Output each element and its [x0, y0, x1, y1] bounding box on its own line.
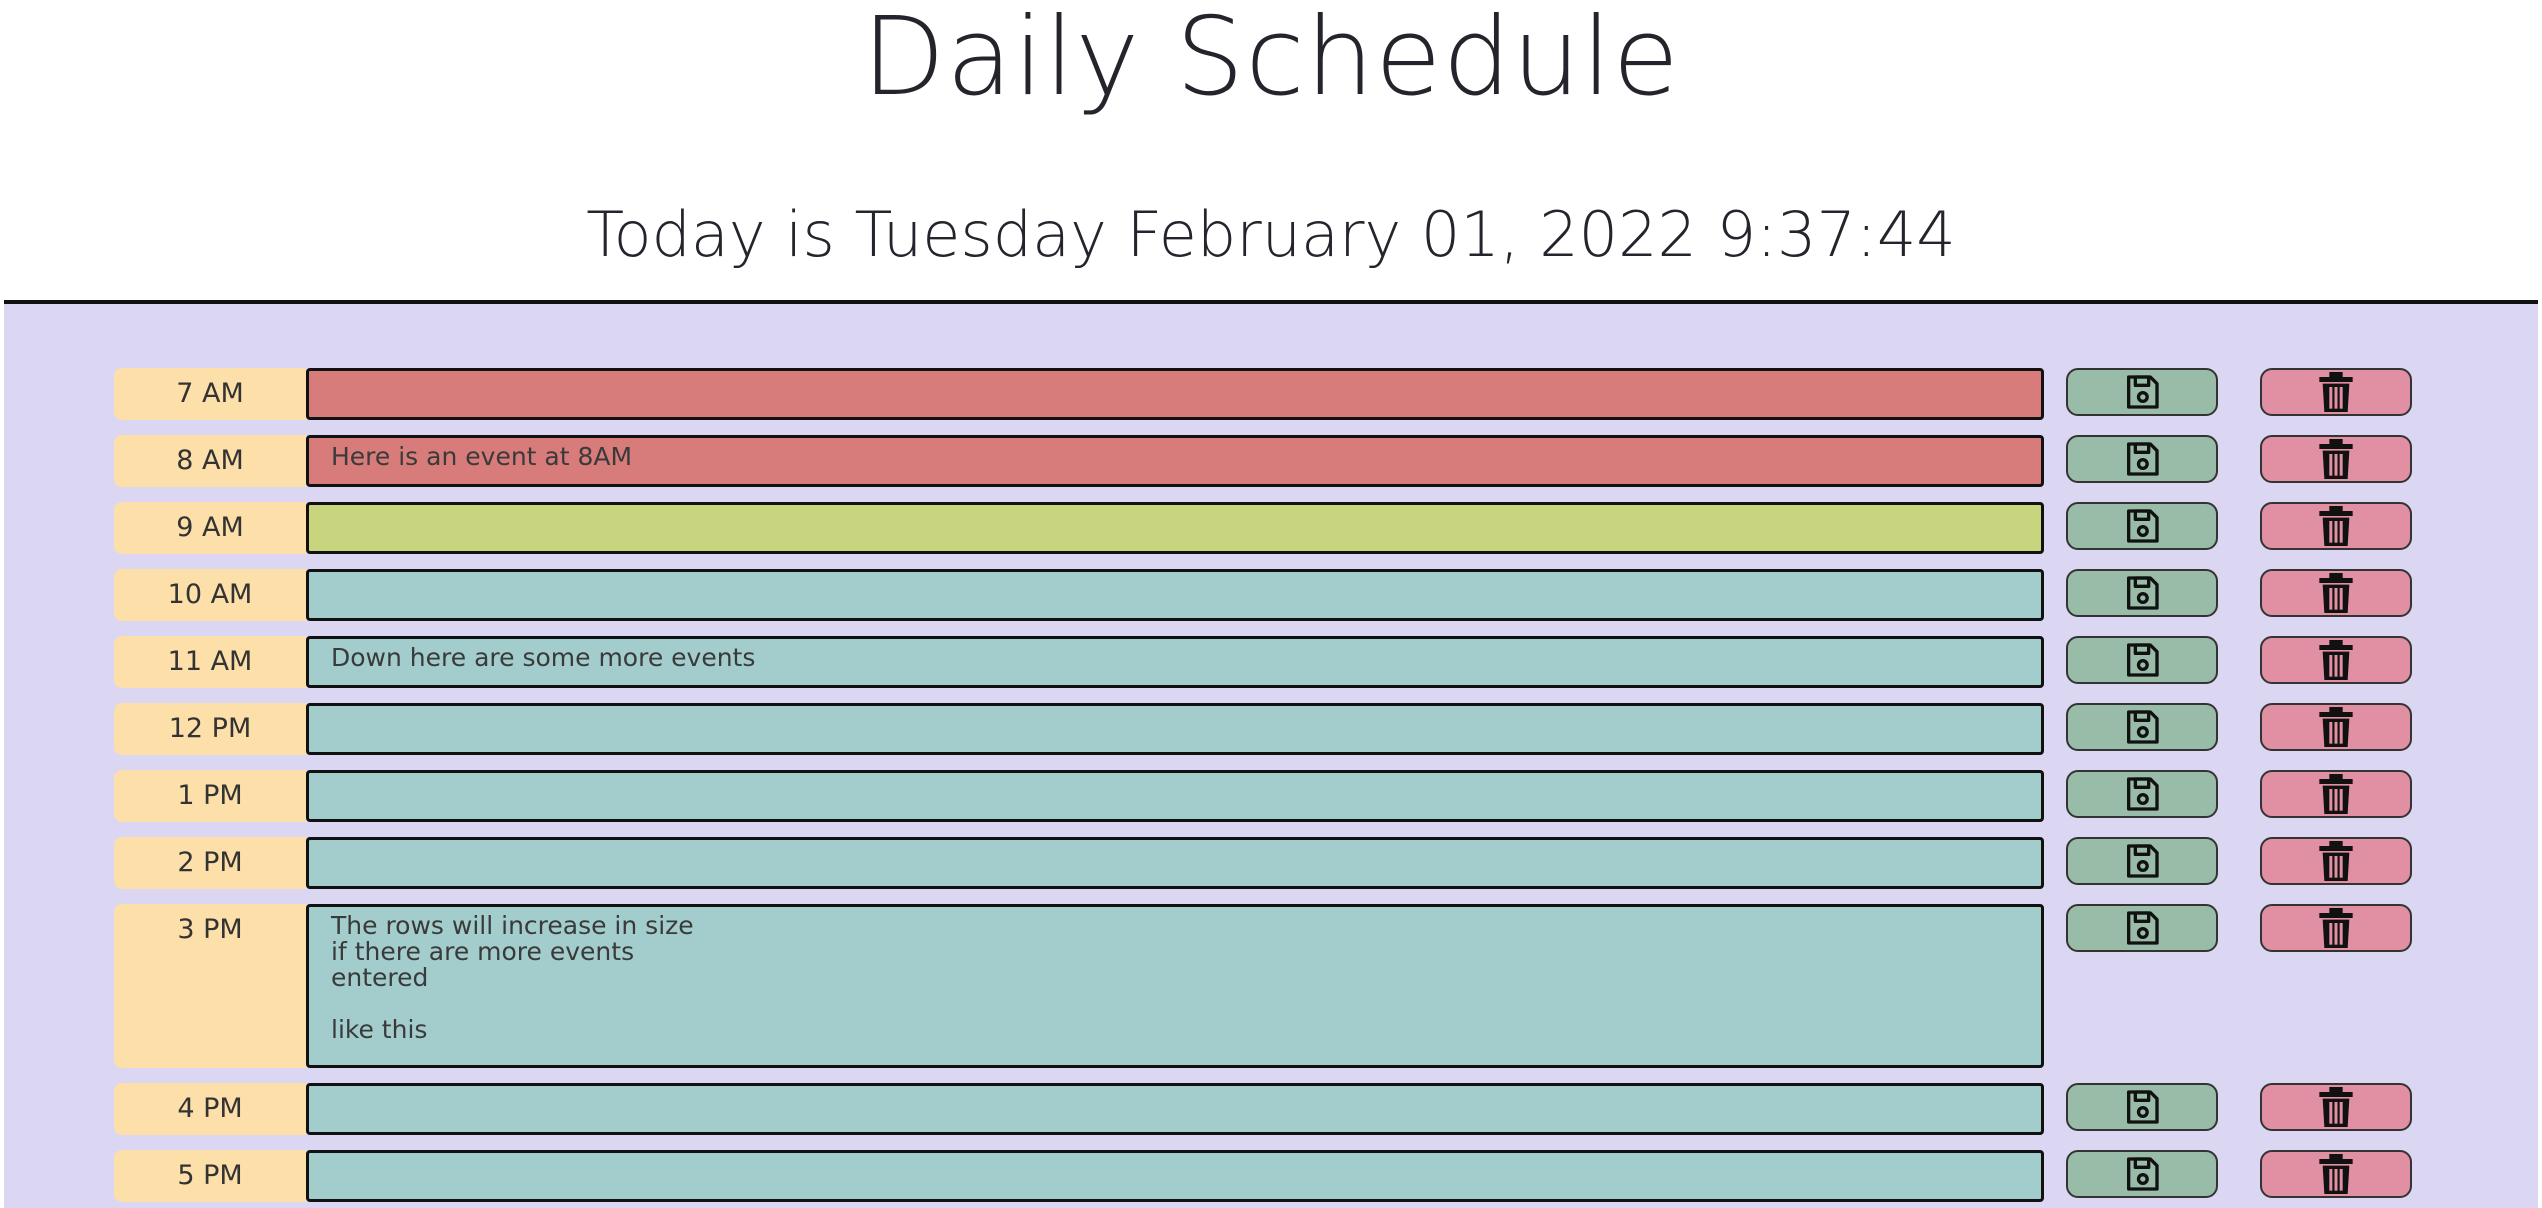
trash-icon [2316, 906, 2356, 950]
delete-button[interactable] [2260, 636, 2412, 684]
save-button[interactable] [2066, 435, 2218, 483]
time-block-row: 7 AM [4, 368, 2538, 420]
hour-label: 8 AM [114, 435, 306, 487]
floppy-disk-icon [2122, 439, 2162, 479]
event-textarea[interactable]: Down here are some more events [306, 636, 2044, 688]
page-header: Daily Schedule Today is Tuesday February… [0, 0, 2542, 304]
save-button[interactable] [2066, 569, 2218, 617]
hour-label: 11 AM [114, 636, 306, 688]
save-button[interactable] [2066, 368, 2218, 416]
time-block-row: 4 PM [4, 1083, 2538, 1135]
schedule-container: 7 AM 8 AM Here is an event at 8AM 9 AM 10 AM… [4, 304, 2538, 1208]
floppy-disk-icon [2122, 640, 2162, 680]
save-button[interactable] [2066, 703, 2218, 751]
event-textarea[interactable]: The rows will increase in size if there … [306, 904, 2044, 1068]
delete-button[interactable] [2260, 1150, 2412, 1198]
current-date: Today is Tuesday February 01, 2022 9:37:… [586, 198, 1956, 271]
event-textarea[interactable]: Here is an event at 8AM [306, 435, 2044, 487]
floppy-disk-icon [2122, 707, 2162, 747]
delete-button[interactable] [2260, 502, 2412, 550]
trash-icon [2316, 1152, 2356, 1196]
time-block-row: 5 PM [4, 1150, 2538, 1202]
delete-button[interactable] [2260, 368, 2412, 416]
hour-label: 2 PM [114, 837, 306, 889]
hour-label: 12 PM [114, 703, 306, 755]
trash-icon [2316, 839, 2356, 883]
trash-icon [2316, 705, 2356, 749]
delete-button[interactable] [2260, 904, 2412, 952]
time-block-row: 8 AM Here is an event at 8AM [4, 435, 2538, 487]
delete-button[interactable] [2260, 770, 2412, 818]
floppy-disk-icon [2122, 573, 2162, 613]
trash-icon [2316, 638, 2356, 682]
save-button[interactable] [2066, 636, 2218, 684]
floppy-disk-icon [2122, 841, 2162, 881]
event-textarea[interactable] [306, 502, 2044, 554]
delete-button[interactable] [2260, 569, 2412, 617]
floppy-disk-icon [2122, 1087, 2162, 1127]
floppy-disk-icon [2122, 774, 2162, 814]
floppy-disk-icon [2122, 1154, 2162, 1194]
time-block-row: 9 AM [4, 502, 2538, 554]
hour-label: 10 AM [114, 569, 306, 621]
time-block-row: 2 PM [4, 837, 2538, 889]
floppy-disk-icon [2122, 372, 2162, 412]
hour-label: 5 PM [114, 1150, 306, 1202]
hour-label: 3 PM [114, 904, 306, 1068]
event-textarea[interactable] [306, 1150, 2044, 1202]
hour-label: 1 PM [114, 770, 306, 822]
delete-button[interactable] [2260, 435, 2412, 483]
trash-icon [2316, 437, 2356, 481]
hour-label: 4 PM [114, 1083, 306, 1135]
event-textarea[interactable] [306, 770, 2044, 822]
hour-label: 9 AM [114, 502, 306, 554]
event-textarea[interactable] [306, 1083, 2044, 1135]
save-button[interactable] [2066, 1083, 2218, 1131]
time-block-row: 11 AM Down here are some more events [4, 636, 2538, 688]
delete-button[interactable] [2260, 703, 2412, 751]
delete-button[interactable] [2260, 837, 2412, 885]
page-title: Daily Schedule [862, 0, 1680, 120]
save-button[interactable] [2066, 837, 2218, 885]
floppy-disk-icon [2122, 908, 2162, 948]
event-textarea[interactable] [306, 368, 2044, 420]
time-block-row: 1 PM [4, 770, 2538, 822]
save-button[interactable] [2066, 1150, 2218, 1198]
event-textarea[interactable] [306, 837, 2044, 889]
save-button[interactable] [2066, 770, 2218, 818]
event-textarea[interactable] [306, 703, 2044, 755]
trash-icon [2316, 1085, 2356, 1129]
delete-button[interactable] [2260, 1083, 2412, 1131]
trash-icon [2316, 504, 2356, 548]
time-block-row: 10 AM [4, 569, 2538, 621]
time-block-row: 3 PM The rows will increase in size if th… [4, 904, 2538, 1068]
time-block-row: 12 PM [4, 703, 2538, 755]
trash-icon [2316, 571, 2356, 615]
event-textarea[interactable] [306, 569, 2044, 621]
trash-icon [2316, 772, 2356, 816]
trash-icon [2316, 370, 2356, 414]
hour-label: 7 AM [114, 368, 306, 420]
save-button[interactable] [2066, 502, 2218, 550]
save-button[interactable] [2066, 904, 2218, 952]
floppy-disk-icon [2122, 506, 2162, 546]
